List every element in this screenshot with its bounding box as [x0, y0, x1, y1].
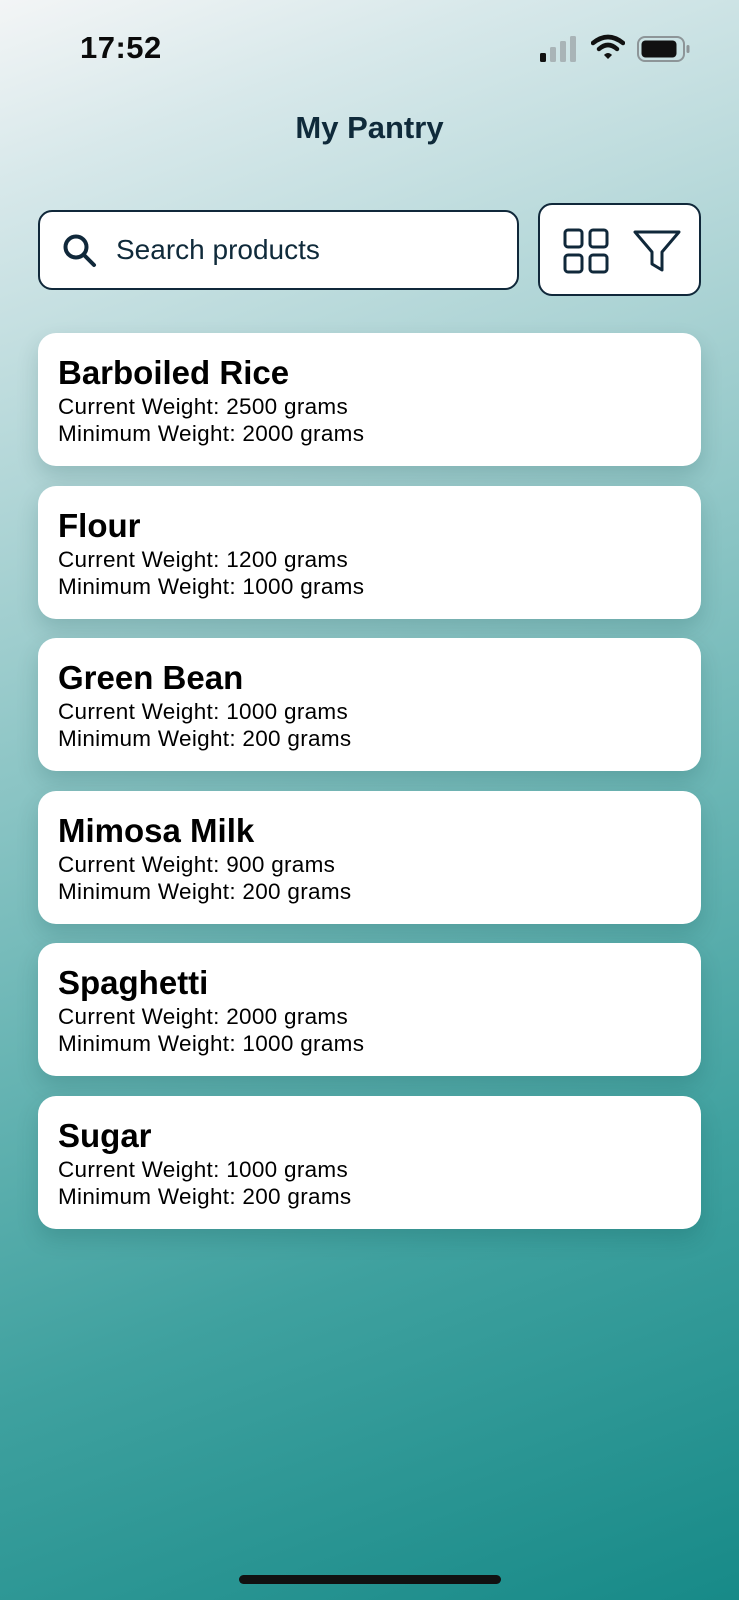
product-current-weight: Current Weight: 2000 grams: [58, 1004, 349, 1029]
product-current-weight: Current Weight: 2500 grams: [58, 394, 349, 419]
product-list: Barboiled Rice Current Weight: 2500 gram…: [38, 333, 701, 1248]
product-name: Mimosa Milk: [58, 811, 255, 849]
product-current-weight: Current Weight: 1200 grams: [58, 546, 349, 572]
product-minimum-weight: Minimum Weight: 200 grams: [58, 878, 352, 904]
product-card[interactable]: Spaghetti Current Weight: 2000 grams Min…: [38, 943, 701, 1076]
view-filter-toolbar: [538, 203, 701, 296]
product-minimum-weight: Minimum Weight: 2000 grams: [58, 421, 365, 446]
wifi-icon: [590, 34, 626, 65]
search-input[interactable]: [116, 230, 506, 270]
home-indicator[interactable]: [239, 1575, 501, 1584]
product-current-weight: Current Weight: 1000 grams: [58, 1156, 349, 1182]
product-name: Sugar: [58, 1116, 152, 1154]
product-current-weight: Current Weight: 900 grams: [58, 851, 336, 877]
product-card[interactable]: Flour Current Weight: 1200 grams Minimum…: [38, 485, 701, 619]
product-card[interactable]: Barboiled Rice Current Weight: 2500 gram…: [38, 333, 701, 466]
product-minimum-weight: Minimum Weight: 200 grams: [58, 726, 352, 751]
product-current-weight: Current Weight: 1000 grams: [58, 699, 349, 724]
search-bar[interactable]: [38, 210, 519, 290]
page-title: My Pantry: [295, 110, 444, 145]
product-card[interactable]: Mimosa Milk Current Weight: 900 grams Mi…: [38, 790, 701, 924]
battery-icon: [637, 36, 691, 67]
status-bar: 17:52: [0, 0, 739, 100]
product-card[interactable]: Green Bean Current Weight: 1000 grams Mi…: [38, 638, 701, 771]
product-minimum-weight: Minimum Weight: 1000 grams: [58, 573, 365, 599]
product-name: Barboiled Rice: [58, 354, 290, 391]
filter-icon[interactable]: [632, 228, 682, 279]
product-name: Green Bean: [58, 659, 244, 696]
search-icon: [62, 233, 98, 274]
product-name: Spaghetti: [58, 964, 209, 1001]
product-name: Flour: [58, 506, 141, 544]
product-minimum-weight: Minimum Weight: 1000 grams: [58, 1031, 365, 1056]
cellular-signal-icon: [540, 36, 578, 67]
status-time: 17:52: [80, 30, 162, 65]
grid-view-icon[interactable]: [563, 228, 609, 279]
product-minimum-weight: Minimum Weight: 200 grams: [58, 1183, 352, 1209]
product-card[interactable]: Sugar Current Weight: 1000 grams Minimum…: [38, 1095, 701, 1229]
